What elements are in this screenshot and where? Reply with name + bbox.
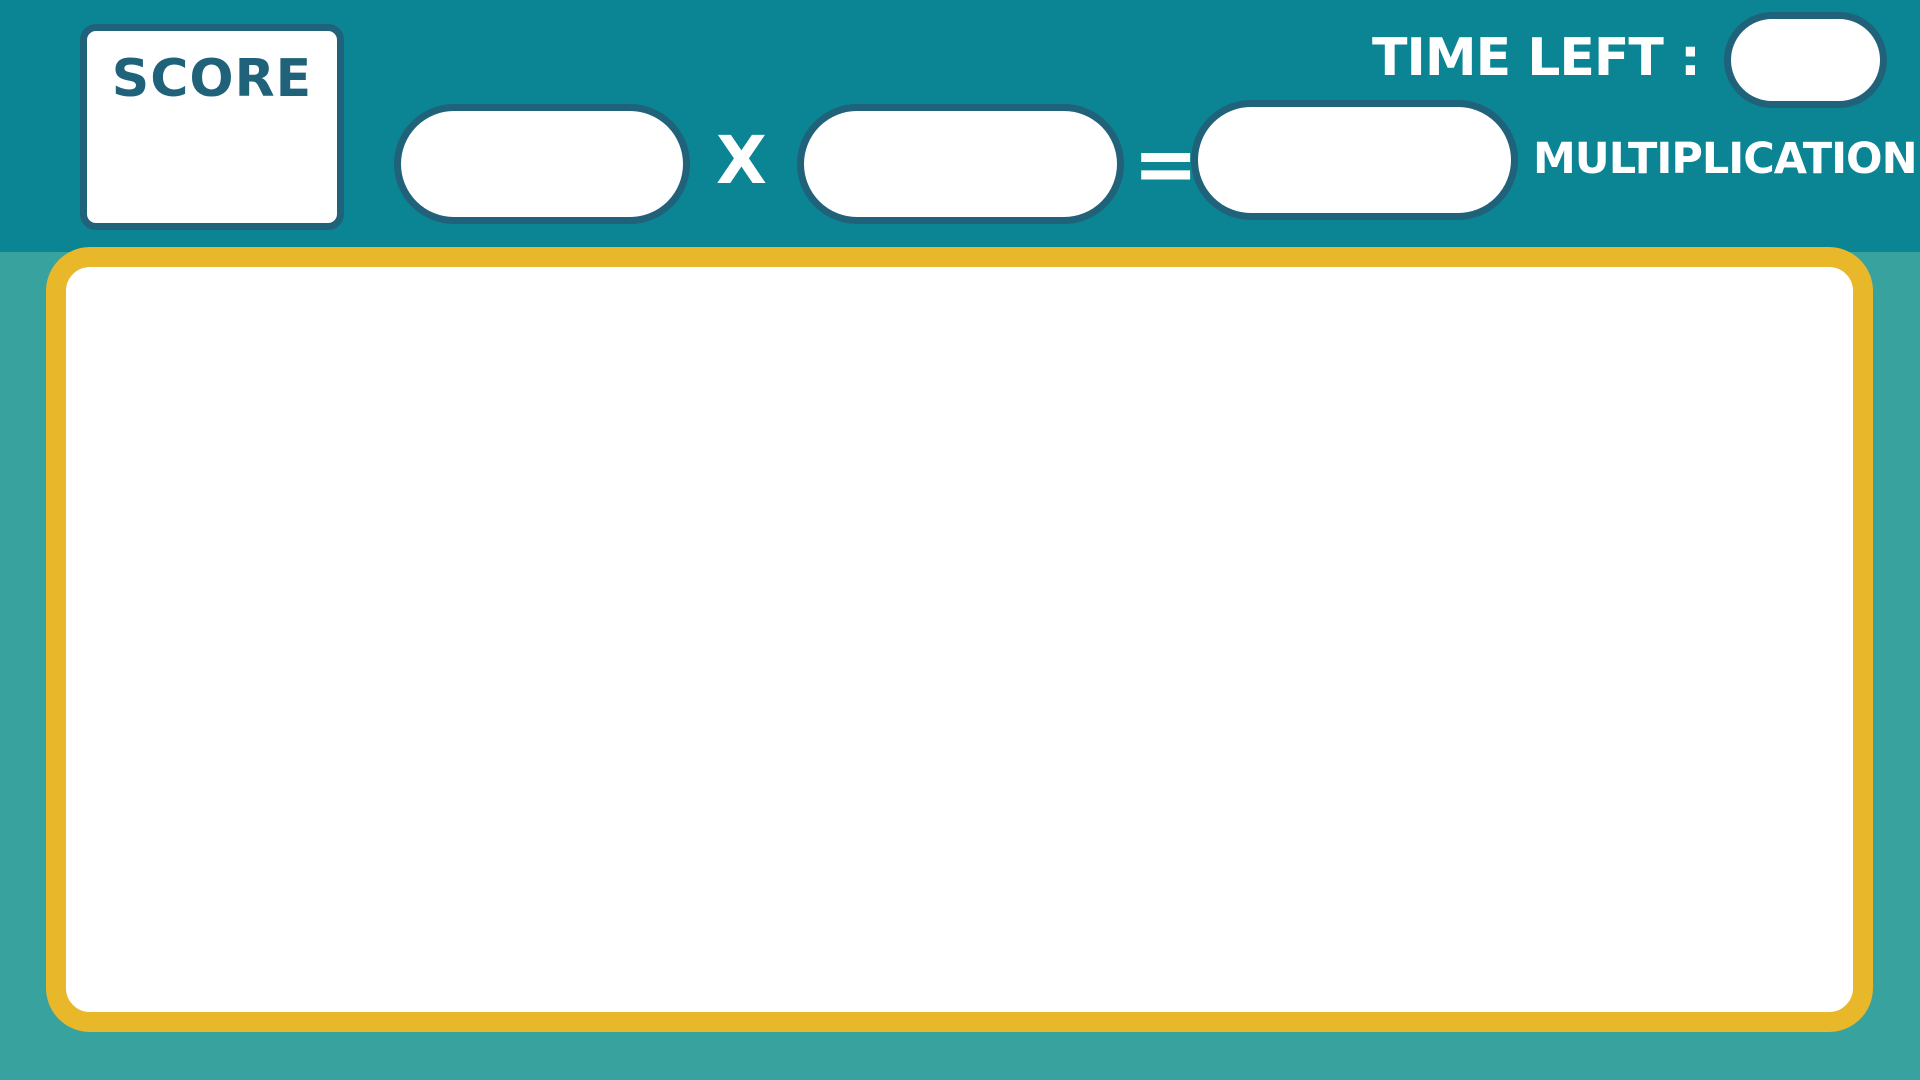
- score-label: SCORE: [111, 49, 313, 109]
- timer-value-box: [1724, 12, 1887, 108]
- header-bar: SCORE X = TIME LEFT : MULTIPLICATION: [0, 0, 1920, 252]
- play-area[interactable]: [46, 247, 1873, 1032]
- answer-box[interactable]: [1191, 100, 1518, 220]
- score-panel: SCORE: [80, 24, 344, 230]
- multiply-sign: X: [716, 122, 767, 199]
- operand-b-box: [797, 104, 1124, 224]
- time-left-label: TIME LEFT :: [1372, 28, 1701, 88]
- equals-sign: =: [1133, 120, 1199, 210]
- operand-a-box: [394, 104, 690, 224]
- mode-label: MULTIPLICATION: [1533, 134, 1918, 184]
